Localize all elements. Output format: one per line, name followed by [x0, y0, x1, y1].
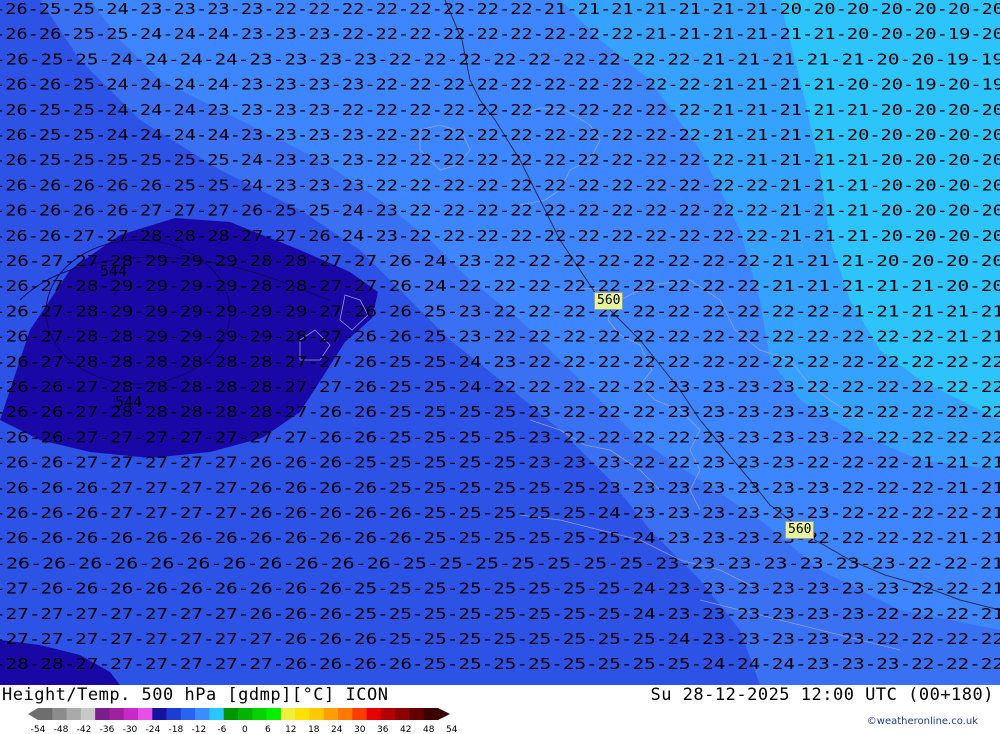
weather-map: -26-25-25-24-23-23-23-23-22-22-22-22-22-… [0, 0, 1000, 685]
scale-swatch [195, 708, 210, 720]
scale-swatch [38, 708, 53, 720]
scale-swatch [95, 708, 110, 720]
contour-row: -26-27-28-29-29-29-29-28-28-27-27-26-24-… [0, 277, 1000, 295]
contour-row: -27-27-27-27-27-27-27-26-26-26-25-25-25-… [0, 605, 1000, 623]
scale-swatch [323, 708, 339, 720]
contour-row: -26-25-25-24-24-24-24-23-23-23-23-22-22-… [0, 126, 1000, 144]
scale-swatch [280, 708, 296, 720]
scale-arrow-left [28, 708, 38, 720]
contour-row: -26-26-27-28-28-28-28-28-27-27-26-25-25-… [0, 378, 1000, 396]
scale-swatch [52, 708, 67, 720]
credit-link[interactable]: ©weatheronline.co.uk [867, 716, 978, 727]
scale-swatch [423, 708, 439, 720]
contour-row: -26-26-26-26-26-26-26-26-26-26-26-26-25-… [0, 529, 1000, 547]
map-canvas: -26-25-25-24-23-23-23-23-22-22-22-22-22-… [0, 0, 1000, 685]
color-scale: -54 -48 -42 -36 -30 -24 -18 -12 -6 0 6 12 18 24 30 36 42… [28, 708, 458, 734]
contour-row: -26-26-26-27-27-27-27-26-26-26-26-25-25-… [0, 479, 1000, 497]
scale-swatch [66, 708, 82, 720]
height-label-560: 560 [785, 521, 815, 539]
map-title: Height/Temp. 500 hPa [gdmp][°C] ICON [2, 685, 389, 705]
map-footer: Height/Temp. 500 hPa [gdmp][°C] ICON Su … [0, 685, 1000, 734]
contour-row: -26-26-26-27-27-27-27-26-26-26-26-26-25-… [0, 504, 1000, 522]
scale-swatch [152, 708, 167, 720]
contour-row: -26-27-28-28-28-28-28-28-27-27-26-25-25-… [0, 353, 1000, 371]
contour-row: -26-25-25-25-25-25-25-24-23-23-23-22-22-… [0, 151, 1000, 169]
low-label-544: 544 [115, 393, 143, 411]
contour-labels: -26-25-25-24-23-23-23-23-22-22-22-22-22-… [0, 0, 1000, 673]
contour-row: -26-27-28-28-29-29-29-29-28-27-26-26-25-… [0, 328, 1000, 346]
contour-row: -26-26-26-26-27-27-27-26-25-25-24-23-22-… [0, 202, 1000, 220]
scale-swatch [180, 708, 196, 720]
scale-swatch [338, 708, 353, 720]
scale-swatch [109, 708, 125, 720]
contour-row: -27-26-26-26-26-26-26-26-26-26-25-25-25-… [0, 580, 1000, 598]
scale-swatch [295, 708, 310, 720]
contour-row: -26-27-28-29-29-29-29-29-29-27-26-26-25-… [0, 302, 1000, 320]
scale-swatch [352, 708, 367, 720]
contour-row: -26-26-25-25-24-24-24-23-23-23-22-22-22-… [0, 25, 1000, 43]
map-timestamp: Su 28-12-2025 12:00 UTC (00+180) [650, 685, 994, 705]
contour-row: -26-27-27-28-29-29-29-28-28-27-27-26-24-… [0, 252, 1000, 270]
scale-swatch [123, 708, 139, 720]
scale-swatch [138, 708, 153, 720]
height-label-560: 560 [594, 292, 624, 310]
low-label-544: 544 [100, 262, 128, 280]
scale-swatch [166, 708, 182, 720]
contour-row: -26-26-27-27-27-27-27-27-27-26-26-25-25-… [0, 428, 1000, 446]
contour-row: -28-28-27-27-27-27-27-27-26-26-26-26-25-… [0, 655, 1000, 673]
contour-row: -26-26-26-26-26-25-25-24-23-23-23-22-22-… [0, 176, 1000, 194]
scale-swatch [266, 708, 282, 720]
scale-swatch [380, 708, 396, 720]
scale-swatch [80, 708, 96, 720]
scale-swatch [252, 708, 267, 720]
contour-row: -26-25-25-24-24-24-23-23-23-23-22-22-22-… [0, 101, 1000, 119]
scale-swatch [409, 708, 425, 720]
scale-swatch [309, 708, 325, 720]
scale-arrow-right [438, 708, 450, 720]
contour-row: -26-26-25-24-24-24-24-23-23-23-23-22-22-… [0, 76, 1000, 94]
scale-swatch [395, 708, 410, 720]
contour-row: -26-25-25-24-23-23-23-23-22-22-22-22-22-… [0, 0, 1000, 18]
scale-swatch [366, 708, 382, 720]
contour-row: -26-26-27-27-27-27-27-26-26-26-25-25-25-… [0, 454, 1000, 472]
contour-row: -27-27-27-27-27-27-27-27-26-26-26-25-25-… [0, 630, 1000, 648]
scale-swatch [238, 708, 253, 720]
contour-row: -26-26-27-28-28-28-28-28-27-26-26-25-25-… [0, 403, 1000, 421]
contour-row: -26-26-26-26-26-26-26-26-26-26-26-25-25-… [0, 554, 1000, 572]
contour-row: -26-26-27-27-28-28-28-27-27-26-24-23-22-… [0, 227, 1000, 245]
scale-swatch [209, 708, 225, 720]
scale-swatch [223, 708, 239, 720]
contour-row: -26-25-25-24-24-24-24-23-23-23-23-22-22-… [0, 50, 1000, 68]
